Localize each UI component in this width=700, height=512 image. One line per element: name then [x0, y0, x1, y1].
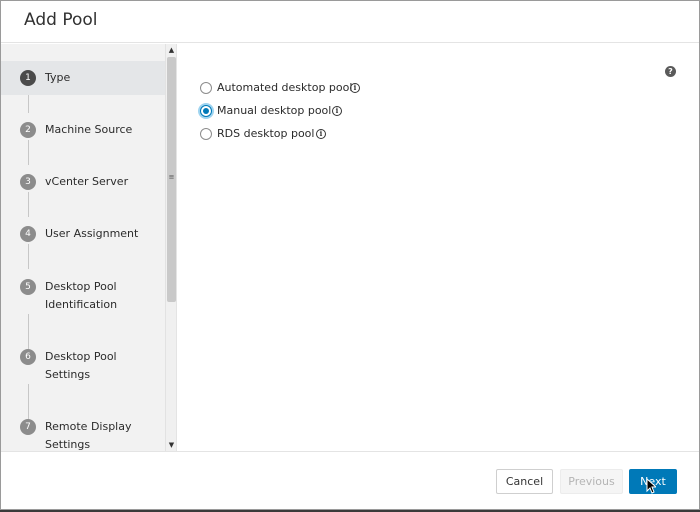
step-machine-source[interactable]: 2 Machine Source [1, 114, 165, 148]
cancel-button[interactable]: Cancel [496, 469, 553, 494]
step-vcenter-server[interactable]: 3 vCenter Server [1, 166, 165, 200]
step-label: Type [45, 71, 71, 84]
rds-pool-radio[interactable] [200, 128, 212, 140]
step-number: 1 [20, 70, 36, 86]
step-label: Machine Source [45, 123, 133, 136]
sidebar-scrollbar[interactable]: ▲ ≡ ▼ [165, 44, 176, 451]
step-label: Desktop Pool Identification [45, 280, 118, 311]
dialog-header: Add Pool [1, 1, 699, 43]
add-pool-dialog: Add Pool 1 Type 2 Machine Source 3 vCent… [0, 0, 700, 510]
info-circle-icon[interactable]: i [350, 83, 360, 93]
step-number: 4 [20, 226, 36, 242]
step-number: 5 [20, 279, 36, 295]
previous-button[interactable]: Previous [560, 469, 623, 494]
info-circle-icon[interactable]: i [332, 106, 342, 116]
step-number: 2 [20, 122, 36, 138]
option-label[interactable]: RDS desktop pool [217, 126, 314, 142]
dialog-footer: Cancel Previous Next [1, 451, 699, 509]
step-label: Remote Display Settings [45, 420, 132, 451]
step-number: 3 [20, 174, 36, 190]
manual-pool-radio[interactable] [200, 105, 212, 117]
step-remote-display-settings[interactable]: 7 Remote Display Settings [1, 410, 165, 451]
grip-icon: ≡ [168, 173, 175, 181]
step-number: 7 [20, 419, 36, 435]
dialog-title: Add Pool [24, 10, 98, 30]
help-circle-icon[interactable]: ? [665, 66, 676, 77]
scroll-thumb[interactable]: ≡ [167, 57, 176, 302]
wizard-step-nav: 1 Type 2 Machine Source 3 vCenter Server… [1, 44, 177, 451]
scroll-down-arrow-icon[interactable]: ▼ [166, 439, 176, 451]
step-number: 6 [20, 349, 36, 365]
option-label[interactable]: Manual desktop pool [217, 103, 331, 119]
info-circle-icon[interactable]: i [316, 129, 326, 139]
scroll-up-arrow-icon[interactable]: ▲ [166, 44, 176, 56]
step-desktop-pool-identification[interactable]: 5 Desktop Pool Identification [1, 270, 165, 320]
step-type[interactable]: 1 Type [1, 61, 165, 95]
step-user-assignment[interactable]: 4 User Assignment [1, 218, 165, 252]
mouse-pointer-icon [646, 478, 656, 494]
step-label: User Assignment [45, 227, 139, 240]
step-label: Desktop Pool Settings [45, 350, 117, 381]
pool-type-panel: ? Automated desktop pool i Manual deskto… [178, 44, 699, 451]
step-desktop-pool-settings[interactable]: 6 Desktop Pool Settings [1, 340, 165, 390]
step-label: vCenter Server [45, 175, 129, 188]
automated-pool-radio[interactable] [200, 82, 212, 94]
option-label[interactable]: Automated desktop pool [217, 80, 352, 96]
